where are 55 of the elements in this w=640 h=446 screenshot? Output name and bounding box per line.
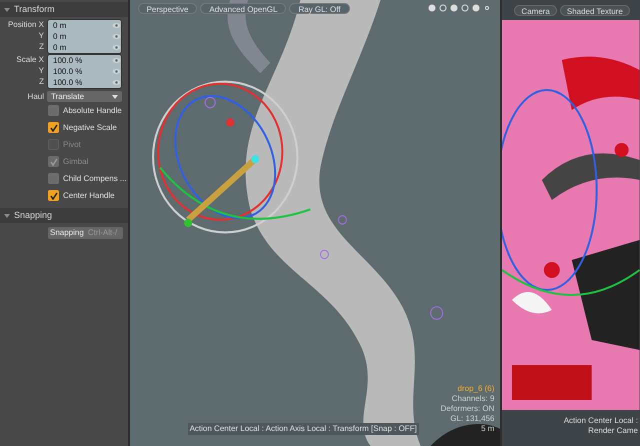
checkbox-label: Center Handle [63, 190, 115, 202]
checkbox-label: Pivot [63, 138, 81, 150]
sphere-icon [430, 306, 443, 320]
item-name: drop_6 (6) [458, 384, 494, 394]
info-text: GL: 131,456 [450, 414, 494, 424]
viewport-tab[interactable]: Camera [514, 4, 557, 16]
sphere-icon [338, 215, 347, 225]
viewport-tab[interactable]: Advanced OpenGL [200, 3, 286, 14]
viewport-tab[interactable]: Shaded Texture [560, 4, 630, 16]
sphere-icon [204, 96, 216, 108]
transform-gizmo-drawing[interactable] [152, 80, 310, 234]
status-text: Action Center Local : Action Axis Local : Transform [Snap : OFF] [188, 423, 419, 435]
field-label: Y [38, 30, 44, 41]
sphere-icon [320, 250, 329, 260]
value-field[interactable]: 100.0 % [53, 66, 112, 76]
section-header[interactable]: Transform [0, 2, 128, 17]
checkbox-label: Negative Scale [63, 122, 117, 134]
info-text: 5 m [481, 424, 494, 434]
field-label: Y [38, 65, 44, 76]
status-text: Action Center Local : [564, 416, 638, 426]
checkbox-label: Absolute Handle [63, 104, 122, 116]
value-field[interactable]: 100.0 % [53, 78, 112, 88]
value-field[interactable]: 100.0 % [53, 56, 112, 66]
field-label: Haul [26, 91, 45, 102]
section-header[interactable]: Snapping [0, 208, 128, 223]
field-label: Scale X [16, 54, 44, 65]
checkbox[interactable] [48, 105, 59, 116]
field-label: Z [39, 76, 44, 87]
field-label: Z [39, 41, 44, 52]
checkbox[interactable] [48, 173, 59, 184]
checkbox-label: Child Compens ... [63, 172, 127, 184]
info-text: Channels: 9 [452, 394, 494, 404]
status-text: Render Came [588, 426, 638, 436]
checkbox[interactable] [48, 122, 59, 133]
eye-icon[interactable] [112, 57, 121, 64]
section-title: Transform [14, 2, 55, 16]
value-field[interactable]: 0 m [53, 32, 112, 42]
value-field[interactable]: 0 m [53, 20, 112, 30]
triangle-icon [4, 212, 10, 218]
info-text: Deformers: ON [440, 404, 494, 414]
triangle-icon [4, 6, 10, 12]
viewport-tab[interactable]: Perspective [138, 3, 198, 14]
eye-icon[interactable] [112, 68, 121, 75]
checkbox[interactable] [48, 190, 59, 201]
eye-icon[interactable] [112, 79, 121, 86]
eye-icon[interactable] [112, 22, 121, 29]
eye-icon[interactable] [112, 44, 121, 51]
viewport-tab[interactable]: Ray GL: Off [289, 3, 350, 14]
field-label: Position X [8, 19, 44, 30]
eye-icon[interactable] [112, 33, 121, 40]
dropdown[interactable]: Translate [47, 91, 122, 102]
section-title: Snapping [14, 208, 52, 222]
caret-icon [112, 94, 118, 98]
checkbox-label: Gimbal [63, 156, 88, 168]
value-field[interactable]: 0 m [53, 42, 112, 52]
